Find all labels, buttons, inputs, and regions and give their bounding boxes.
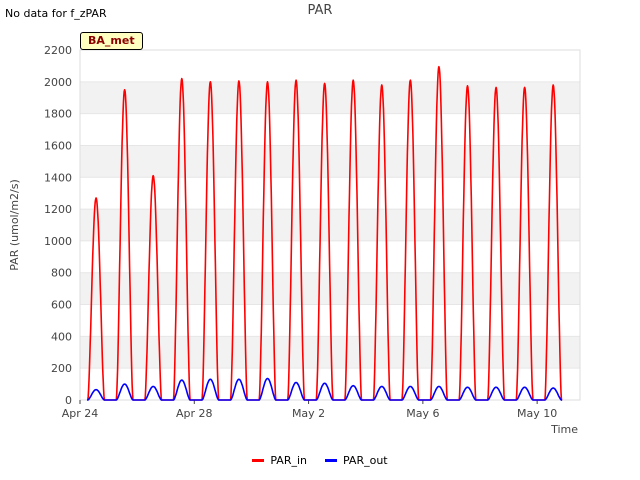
x-tick-label: Apr 24 (62, 407, 99, 420)
par-chart: 0 200 400 600 800 1000 1200 1400 1600 1800 2000 220… (8, 44, 581, 436)
y-tick-label: 1000 (44, 235, 72, 248)
x-tick-label: May 2 (292, 407, 325, 420)
y-tick-label: 1400 (44, 171, 72, 184)
y-tick-label: 1600 (44, 139, 72, 152)
grid-band (80, 145, 580, 178)
legend-swatch-par-out (325, 459, 337, 462)
site-tag: BA_met (80, 32, 143, 50)
y-tick-label: 200 (51, 362, 72, 375)
y-axis-label: PAR (umol/m2/s) (8, 179, 21, 271)
grid-band (80, 336, 580, 369)
x-axis-label: Time (550, 423, 578, 436)
x-tick-label: May 6 (406, 407, 439, 420)
y-tick-label: 2200 (44, 44, 72, 57)
legend-item-par-out: PAR_out (325, 454, 388, 467)
x-tick-label: May 10 (517, 407, 557, 420)
y-tick-label: 600 (51, 299, 72, 312)
y-tick-label: 0 (65, 394, 72, 407)
y-tick-label: 800 (51, 267, 72, 280)
legend-label-par-out: PAR_out (343, 454, 388, 467)
legend: PAR_in PAR_out (0, 454, 640, 467)
legend-swatch-par-in (252, 459, 265, 462)
legend-item-par-in: PAR_in (252, 454, 307, 467)
y-tick-label: 2000 (44, 76, 72, 89)
y-tick-label: 400 (51, 330, 72, 343)
grid-band (80, 81, 580, 114)
legend-label-par-in: PAR_in (270, 454, 307, 467)
y-tick-label: 1200 (44, 203, 72, 216)
y-tick-label: 1800 (44, 108, 72, 121)
x-tick-label: Apr 28 (176, 407, 213, 420)
